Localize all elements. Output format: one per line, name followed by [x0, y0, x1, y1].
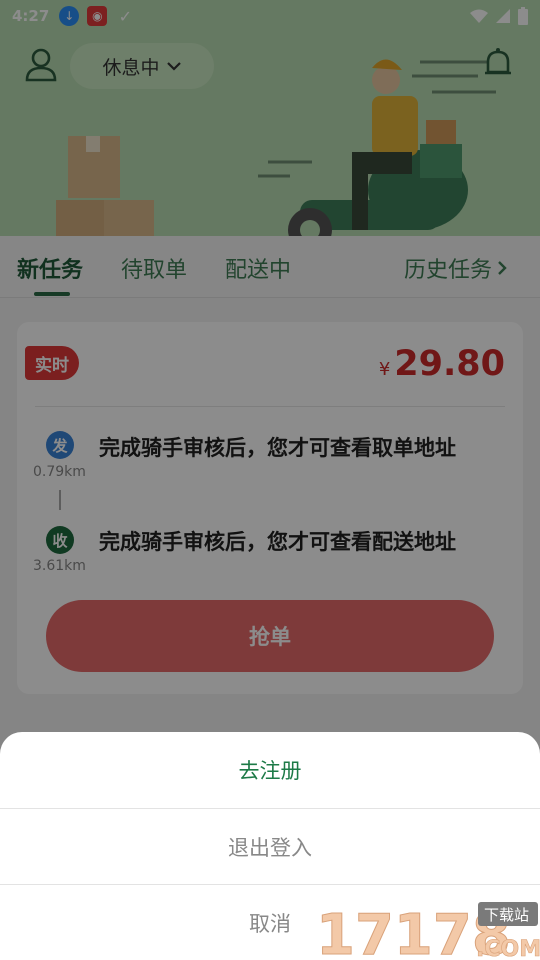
- app-screen: 休息中 4:27 ↓ ◉ ✓ 新任务 待取单 配送中 历史任务 实时 ¥ 29.…: [0, 0, 540, 960]
- watermark-suffix: .COM: [476, 937, 540, 960]
- watermark-tag: 下载站: [484, 906, 529, 924]
- logout-button[interactable]: 退出登入: [0, 809, 540, 885]
- site-watermark-logo: 17178 下载站 .COM: [316, 902, 540, 960]
- register-button[interactable]: 去注册: [0, 732, 540, 808]
